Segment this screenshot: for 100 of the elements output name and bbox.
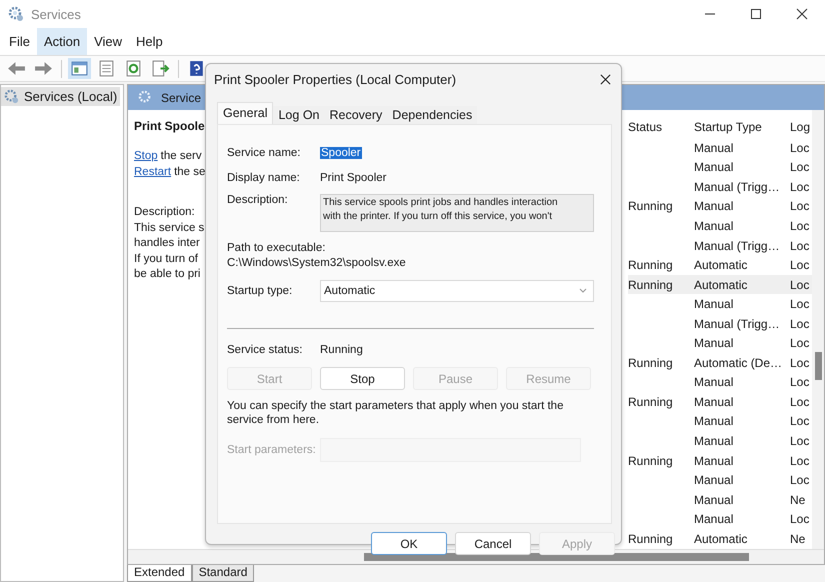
maximize-icon[interactable] (750, 8, 762, 20)
service-row[interactable]: Manual Loc (628, 372, 812, 392)
action-text: the se (174, 166, 206, 178)
dialog-button[interactable]: OK (371, 532, 447, 555)
table-cell-text: Loc (790, 199, 810, 214)
table-cell-text: Loc (790, 160, 810, 174)
table-cell-text: Manual (Trigg… (694, 316, 781, 331)
chevron-down-icon (579, 288, 587, 293)
gears-icon (138, 90, 153, 105)
service-row[interactable]: Manual Loc (628, 158, 812, 178)
table-cell-text: Automatic (694, 532, 748, 546)
menu-item[interactable]: Action (36, 28, 88, 55)
service-row[interactable]: Manual Loc (628, 431, 812, 451)
view-tab[interactable]: Extended (127, 565, 192, 582)
column-header[interactable]: Status (628, 120, 694, 134)
service-row[interactable]: Running Manual Loc (628, 196, 812, 216)
table-cell-text: Manual (Trigg… (694, 180, 781, 194)
gears-icon (4, 89, 19, 104)
service-row[interactable]: Manual (Trigg… Loc (628, 314, 812, 334)
close-icon[interactable] (600, 74, 611, 84)
vertical-scrollbar[interactable] (812, 110, 824, 549)
dialog-title: Print Spooler Properties (Local Computer) (214, 72, 456, 86)
window-title: Services (31, 6, 81, 22)
service-row[interactable]: Manual Loc (628, 333, 812, 354)
service-row[interactable]: Manual Loc (628, 138, 812, 158)
table-cell-text: Loc (790, 278, 810, 292)
column-header[interactable]: Log (790, 120, 812, 134)
table-cell-text: Loc (790, 454, 810, 468)
table-cell-text: Loc (790, 375, 810, 390)
service-row[interactable]: Manual Loc (628, 294, 812, 314)
field-label: Service status: (227, 344, 304, 356)
table-cell-text: Manual (694, 394, 734, 409)
service-row[interactable]: Manual Loc (628, 412, 812, 432)
table-cell-text: Loc (790, 140, 810, 155)
description-text: This service s (134, 220, 204, 236)
table-cell-text: Loc (790, 297, 810, 312)
description-label: Description: (134, 205, 195, 220)
table-cell-text: Manual (694, 199, 734, 214)
service-row[interactable]: Running Automatic Loc (628, 255, 812, 275)
field-label: Startup type: (227, 284, 294, 296)
description-text: handles inter (134, 236, 200, 251)
service-action-link[interactable]: Stop (134, 150, 158, 162)
table-cell-text: Loc (790, 473, 810, 488)
startup-type-dropdown[interactable]: Automatic (320, 280, 594, 302)
table-cell-text: Loc (790, 218, 810, 233)
table-cell-text: Manual (694, 140, 734, 155)
service-action-link[interactable]: Restart (134, 166, 172, 178)
service-control-button[interactable]: Stop (320, 367, 405, 390)
dialog-tab[interactable]: General (217, 102, 274, 124)
field-label: Service name: (227, 146, 302, 158)
console-tree-icon[interactable] (68, 58, 91, 79)
service-status-value: Running (320, 344, 363, 356)
service-row[interactable]: Manual (Trigg… Loc (628, 236, 812, 256)
table-cell-text: Manual (694, 218, 734, 233)
table-cell-text: Manual (694, 512, 734, 526)
menu-item[interactable]: Help (129, 28, 170, 55)
display-name-value: Print Spooler (320, 172, 386, 184)
table-cell-text: Running (628, 454, 674, 468)
service-row[interactable]: Running Manual Loc (628, 392, 812, 412)
menu-item[interactable]: View (87, 28, 130, 55)
table-cell-text: Loc (790, 180, 810, 194)
table-cell-text: Loc (790, 258, 810, 272)
field-label: Path to executable: (227, 242, 326, 254)
service-row[interactable]: Running Automatic Ne (628, 528, 812, 548)
service-row[interactable]: Running Automatic (De… Loc (628, 353, 812, 373)
table-cell-text: Loc (790, 336, 810, 350)
table-cell-text: Loc (790, 238, 810, 252)
service-row[interactable]: Manual (Trigg… Loc (628, 177, 812, 197)
service-row[interactable]: Manual Loc (628, 216, 812, 236)
path-value: C:\Windows\System32\spoolsv.exe (227, 257, 407, 269)
dialog-button[interactable]: Cancel (455, 532, 531, 555)
table-cell-text: Manual (694, 375, 734, 390)
service-row[interactable]: Running Manual Loc (628, 450, 812, 470)
table-cell-text: Running (628, 356, 674, 370)
field-label: Description: (227, 194, 289, 206)
view-tab[interactable]: Standard (192, 565, 254, 582)
service-row[interactable]: Manual Loc (628, 509, 812, 529)
service-title: Print Spoole (134, 119, 205, 133)
menu-item[interactable]: File (2, 28, 37, 55)
gears-icon (8, 6, 24, 22)
column-header[interactable]: Startup Type (694, 120, 790, 134)
table-cell-text: Manual (694, 473, 734, 488)
description-box[interactable]: This service spools print jobs and handles interaction with the printer. If you turn off this service, you won't (320, 194, 594, 232)
table-cell-text: Ne (790, 492, 806, 507)
table-cell-text: Running (628, 199, 674, 214)
close-icon[interactable] (796, 8, 808, 20)
service-name-value[interactable]: Spooler (320, 146, 362, 158)
table-cell-text: Manual (694, 454, 734, 468)
table-cell-text: Manual (694, 434, 734, 448)
service-row[interactable]: Manual Loc (628, 470, 812, 490)
table-cell-text: Manual (Trigg… (694, 238, 781, 252)
table-cell-text: Loc (790, 434, 810, 448)
tree-item[interactable]: Services (Local) (1, 87, 120, 106)
hint-text: You can specify the start parameters that apply when you start the service from here. (227, 399, 564, 427)
table-cell-text: Loc (790, 316, 810, 331)
table-cell-text: Automatic (694, 258, 748, 272)
service-row[interactable]: Manual Ne (628, 490, 812, 510)
table-cell-text: Loc (790, 512, 810, 526)
field-label: Display name: (227, 172, 301, 184)
service-row[interactable]: Running Automatic Loc (628, 274, 812, 294)
